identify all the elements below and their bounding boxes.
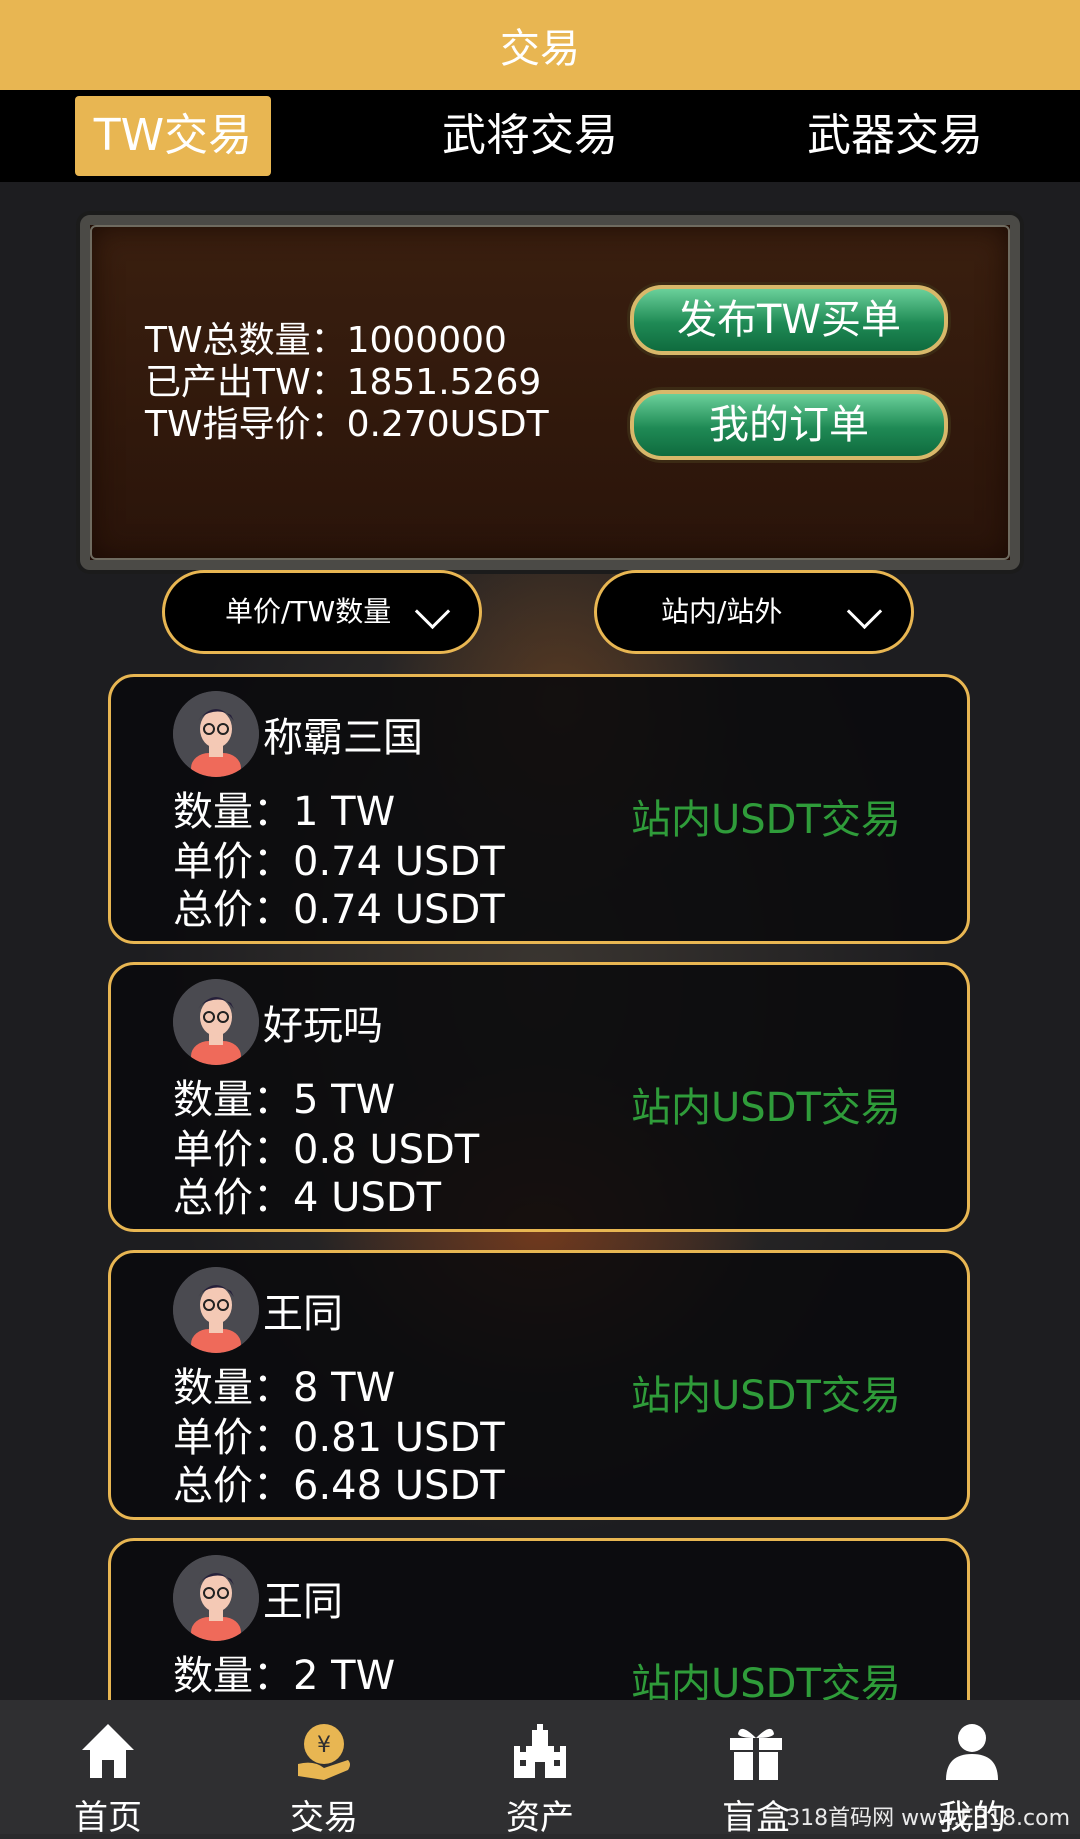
listing-card[interactable]: 称霸三国 数量：1 TW 单价：0.74 USDT 总价：0.74 USDT 站…: [108, 674, 970, 944]
tw-info-panel: TW总数量：1000000 已产出TW：1851.5269 TW指导价：0.27…: [80, 215, 1020, 570]
tab-bar: TW交易 武将交易 武器交易: [0, 90, 1080, 182]
nav-assets-label: 资产: [506, 1798, 574, 1838]
page-header: 交易: [0, 0, 1080, 90]
trade-coin-icon: ¥: [298, 1724, 350, 1780]
tw-produced: 已产出TW：1851.5269: [145, 362, 542, 403]
avatar: [173, 1555, 259, 1641]
nav-home-label: 首页: [74, 1798, 142, 1838]
listing-quantity: 数量：1 TW: [173, 789, 396, 835]
gift-box-icon: [730, 1728, 782, 1780]
nav-trade[interactable]: ¥ 交易: [216, 1700, 432, 1838]
page-title: 交易: [500, 26, 580, 72]
chevron-down-icon: [414, 593, 451, 630]
svg-text:¥: ¥: [317, 1733, 331, 1758]
seller-name: 好玩吗: [263, 1003, 383, 1049]
listing-quantity: 数量：8 TW: [173, 1365, 396, 1411]
seller-name: 王同: [263, 1291, 343, 1337]
nav-trade-label: 交易: [290, 1798, 358, 1838]
my-orders-button[interactable]: 我的订单: [630, 390, 948, 460]
tab-tw-trade[interactable]: TW交易: [75, 96, 271, 176]
chevron-down-icon: [846, 593, 883, 630]
scope-dropdown[interactable]: 站内/站外: [594, 570, 914, 654]
sort-dropdown[interactable]: 单价/TW数量: [162, 570, 482, 654]
tab-weapon-trade[interactable]: 武器交易: [785, 96, 1005, 176]
avatar: [173, 979, 259, 1065]
listing-card[interactable]: 王同 数量：8 TW 单价：0.81 USDT 总价：6.48 USDT 站内U…: [108, 1250, 970, 1520]
avatar: [173, 691, 259, 777]
listing-total-price: 总价：0.74 USDT: [173, 887, 505, 933]
listing-total-price: 总价：6.48 USDT: [173, 1463, 505, 1509]
listing-unit-price: 单价：0.74 USDT: [173, 839, 505, 885]
user-icon: [946, 1724, 998, 1780]
listing-unit-price: 单价：0.8 USDT: [173, 1127, 480, 1173]
nav-home[interactable]: 首页: [0, 1700, 216, 1838]
publish-buy-order-button[interactable]: 发布TW买单: [630, 285, 948, 355]
tw-total-quantity: TW总数量：1000000: [145, 320, 507, 361]
scope-dropdown-label: 站内/站外: [661, 595, 783, 628]
sort-dropdown-label: 单价/TW数量: [225, 595, 392, 628]
listing-quantity: 数量：5 TW: [173, 1077, 396, 1123]
castle-icon: [514, 1724, 566, 1778]
tw-guide-price: TW指导价：0.270USDT: [145, 404, 549, 445]
trade-type-tag: 站内USDT交易: [631, 1373, 901, 1419]
listing-unit-price: 单价：0.81 USDT: [173, 1415, 505, 1461]
trade-type-tag: 站内USDT交易: [631, 797, 901, 843]
home-icon: [82, 1724, 134, 1778]
watermark: 318首码网 www.E318.com: [786, 1806, 1070, 1831]
tab-general-trade[interactable]: 武将交易: [420, 96, 640, 176]
avatar: [173, 1267, 259, 1353]
seller-name: 称霸三国: [263, 715, 423, 761]
seller-name: 王同: [263, 1579, 343, 1625]
nav-assets[interactable]: 资产: [432, 1700, 648, 1838]
trade-type-tag: 站内USDT交易: [631, 1085, 901, 1131]
listing-card[interactable]: 好玩吗 数量：5 TW 单价：0.8 USDT 总价：4 USDT 站内USDT…: [108, 962, 970, 1232]
listing-total-price: 总价：4 USDT: [173, 1175, 442, 1221]
listing-quantity: 数量：2 TW: [173, 1653, 396, 1699]
